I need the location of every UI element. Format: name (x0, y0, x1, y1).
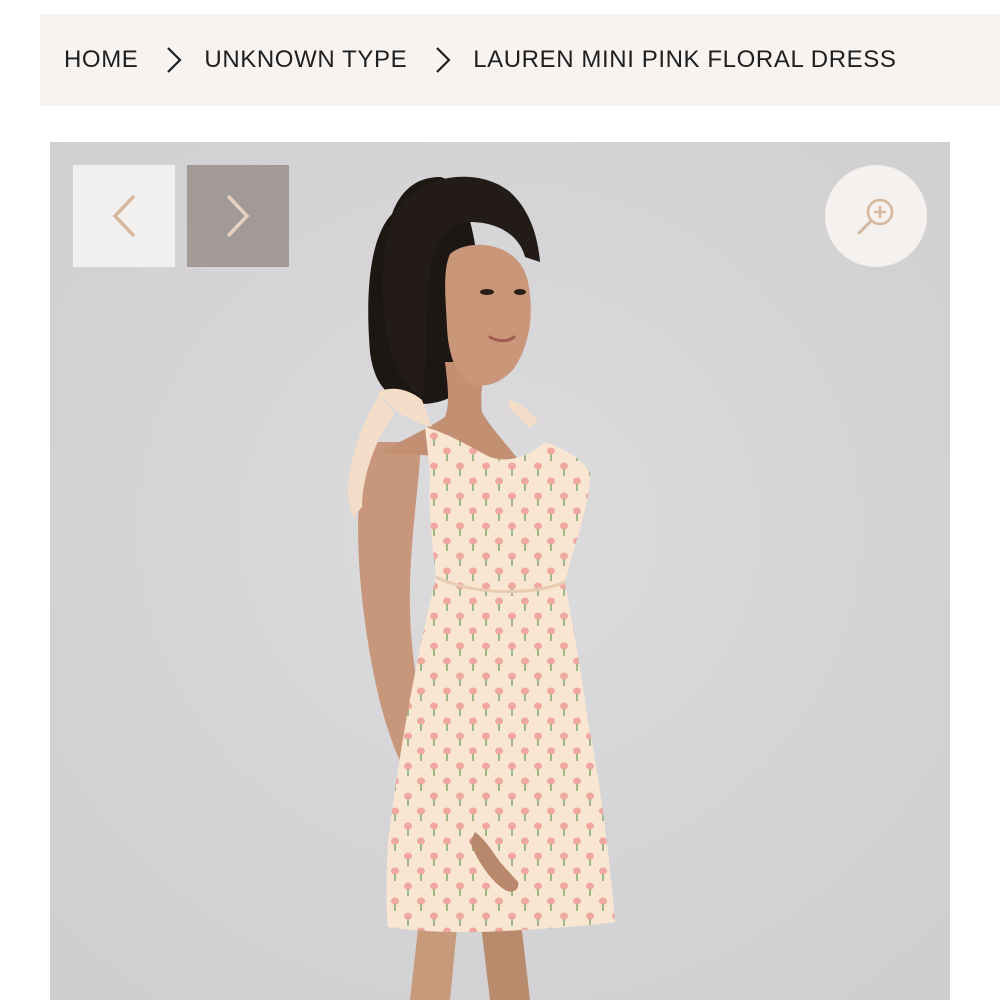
breadcrumb: HOME UNKNOWN TYPE LAUREN MINI PINK FLORA… (40, 14, 1000, 106)
breadcrumb-type-link[interactable]: UNKNOWN TYPE (204, 46, 407, 74)
zoom-button[interactable] (825, 165, 927, 267)
product-page: HOME UNKNOWN TYPE LAUREN MINI PINK FLORA… (0, 0, 1000, 1000)
previous-image-button[interactable] (73, 165, 175, 267)
product-photo (50, 142, 950, 1000)
breadcrumb-home-link[interactable]: HOME (64, 46, 138, 74)
breadcrumb-current-page: LAUREN MINI PINK FLORAL DRESS (473, 46, 897, 73)
zoom-in-icon (857, 198, 894, 235)
next-image-button[interactable] (187, 165, 289, 267)
chevron-left-icon (112, 194, 136, 238)
product-image-gallery (50, 142, 950, 1000)
chevron-right-icon (226, 194, 250, 238)
chevron-right-icon (435, 46, 451, 74)
chevron-right-icon (166, 46, 182, 74)
